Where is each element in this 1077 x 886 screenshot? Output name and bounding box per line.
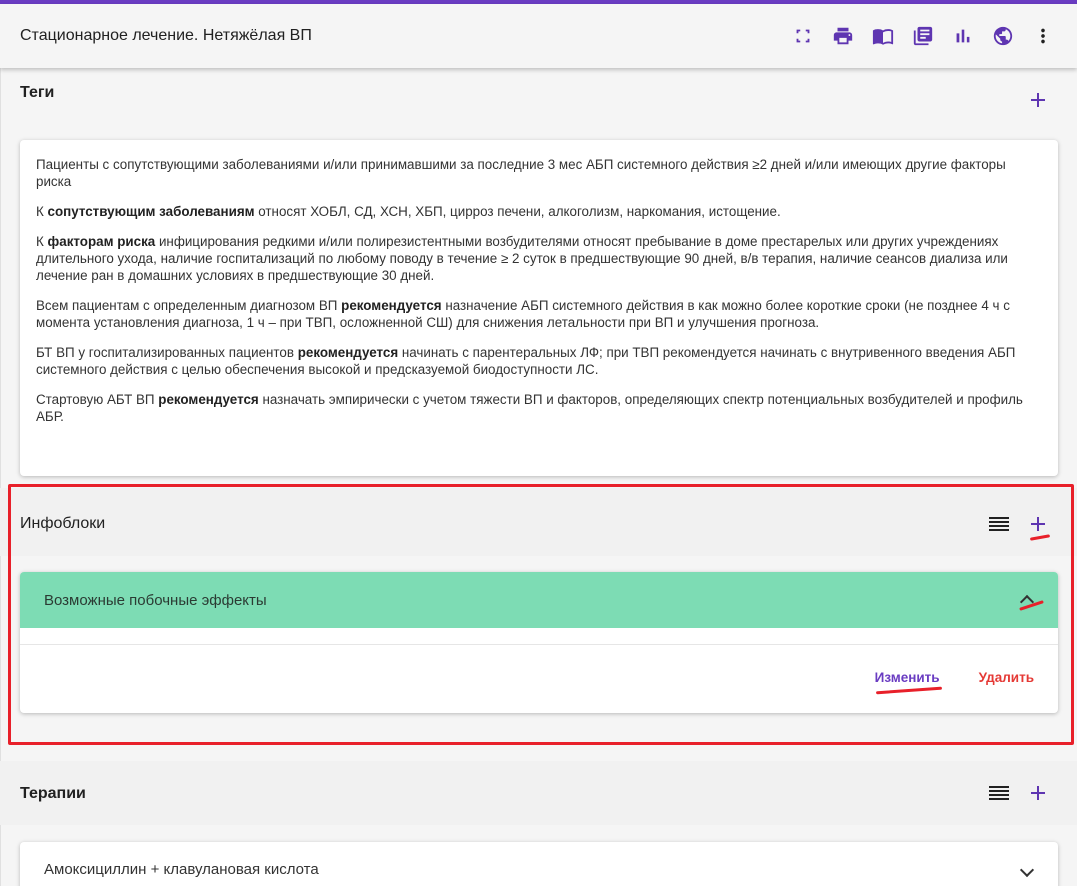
page-header: Стационарное лечение. Нетяжёлая ВП [0,4,1077,68]
infoblocks-title: Инфоблоки [20,515,106,532]
infoblock-item-header[interactable]: Возможные побочные эффекты [20,572,1058,628]
description-paragraph: Всем пациентам с определенным диагнозом … [36,298,1010,330]
description-paragraph: БТ ВП у госпитализированных пациентов ре… [36,345,1016,377]
print-icon[interactable] [831,24,855,48]
reorder-list-icon[interactable] [989,786,1009,802]
infoblocks-header [0,488,1077,556]
infoblock-item-title: Возможные побочные эффекты [44,591,267,609]
fullscreen-icon[interactable] [791,24,815,48]
library-icon[interactable] [911,24,935,48]
description-paragraph: Стартовую АБТ ВП рекомендуется назначать… [36,392,1023,424]
page-title: Стационарное лечение. Нетяжёлая ВП [20,27,312,44]
bar-chart-icon[interactable] [951,24,975,48]
edit-button[interactable]: Изменить [875,670,940,685]
description-paragraph: Пациенты с сопутствующими заболеваниями … [36,157,1006,189]
add-tag-icon[interactable] [1026,88,1050,112]
infoblock-actions: Изменить Удалить [875,670,1034,685]
description-paragraph: К сопутствующим заболеваниям относят ХОБ… [36,204,781,219]
globe-icon[interactable] [991,24,1015,48]
chevron-down-icon[interactable] [1020,865,1034,879]
description-paragraph: К факторам риска инфицирования редкими и… [36,234,1008,283]
delete-button[interactable]: Удалить [979,670,1034,685]
book-icon[interactable] [871,24,895,48]
reorder-list-icon[interactable] [989,517,1009,533]
description-card: Пациенты с сопутствующими заболеваниями … [20,140,1058,476]
add-therapy-icon[interactable] [1026,781,1050,805]
header-toolbar [775,24,1055,48]
left-edge-line [0,4,1,886]
more-vert-icon[interactable] [1031,24,1055,48]
therapies-title: Терапии [20,785,86,802]
divider [20,644,1058,645]
therapy-item[interactable]: Амоксициллин + клавулановая кислота [20,842,1058,886]
therapy-item-label: Амоксициллин + клавулановая кислота [44,861,319,878]
tags-title: Теги [20,84,55,101]
add-infoblock-icon[interactable] [1026,512,1050,536]
therapies-header [0,761,1077,825]
